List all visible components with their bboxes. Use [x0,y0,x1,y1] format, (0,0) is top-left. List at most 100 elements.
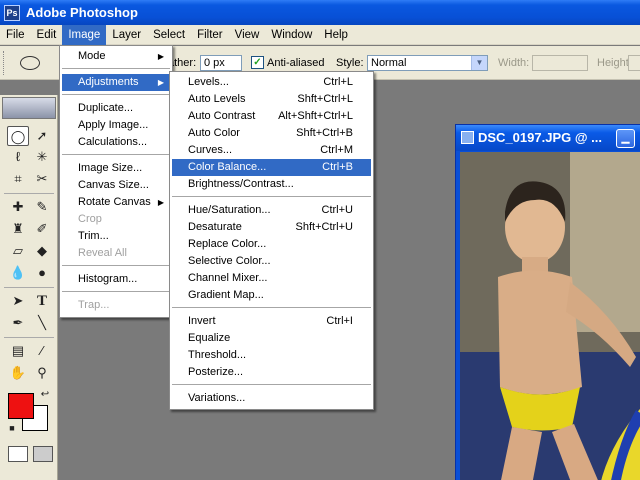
standard-mode-button[interactable] [8,446,28,462]
menu-item-auto-color[interactable]: Auto Color Shft+Ctrl+B [172,125,371,142]
foreground-color-swatch[interactable] [8,393,34,419]
hand-tool-icon[interactable]: ✋ [7,363,29,383]
menu-item-auto-contrast[interactable]: Auto Contrast Alt+Shft+Ctrl+L [172,108,371,125]
document-image[interactable] [460,152,640,480]
adobe-online-logo[interactable] [2,97,56,119]
anti-aliased-checkbox[interactable]: ✓ [251,56,264,69]
menu-item-selective-color[interactable]: Selective Color... [172,253,371,270]
menu-item-auto-levels[interactable]: Auto Levels Shft+Ctrl+L [172,91,371,108]
boy-photo-illustration [460,152,640,480]
submenu-arrow-icon: ▶ [157,198,164,207]
elliptical-marquee-preset-icon[interactable] [20,56,40,70]
slice-tool-icon[interactable]: ✂ [31,169,53,189]
title-bar: Ps Adobe Photoshop [0,0,640,25]
type-tool-icon[interactable]: T [31,291,53,311]
options-bar-grip[interactable] [3,51,6,75]
menu-item-replace-color[interactable]: Replace Color... [172,236,371,253]
chevron-down-icon[interactable]: ▼ [471,56,487,70]
menu-edit[interactable]: Edit [31,25,63,45]
window-title: Adobe Photoshop [26,5,138,20]
lasso-tool-icon[interactable]: ℓ [7,147,29,167]
menu-item-brightness-contrast[interactable]: Brightness/Contrast... [172,176,371,193]
history-brush-tool-icon[interactable]: ✐ [31,219,53,239]
line-tool-icon[interactable]: ╲ [31,313,53,333]
style-select[interactable]: Normal ▼ [367,55,488,71]
menu-item-gradient-map[interactable]: Gradient Map... [172,287,371,304]
menu-item-trap: Trap... [78,299,110,311]
menu-separator [62,154,170,155]
notes-tool-icon[interactable]: ▤ [7,341,29,361]
menu-item-mode[interactable]: Mode ▶ [62,48,170,65]
document-icon [461,131,474,144]
menu-item-canvas-size[interactable]: Canvas Size... [62,177,170,194]
menu-item-desaturate[interactable]: Desaturate Shft+Ctrl+U [172,219,371,236]
menu-bar: File Edit Image Layer Select Filter View… [0,24,640,45]
marquee-tool-icon[interactable]: ◯ [7,126,29,146]
document-title-bar[interactable]: DSC_0197.JPG @ ... ▁ [456,125,640,151]
image-menu: Mode ▶ Adjustments ▶ Duplicate... Apply Im… [59,45,173,318]
menu-item-levels[interactable]: Levels... Ctrl+L [172,74,371,91]
width-input [532,55,588,71]
default-colors-icon[interactable]: ■ [6,422,18,434]
toolbox-divider [4,193,54,194]
blur-tool-icon[interactable]: 💧 [7,263,29,283]
menu-item-trim[interactable]: Trim... [62,228,170,245]
menu-separator [62,68,170,69]
menu-item-posterize[interactable]: Posterize... [172,364,371,381]
submenu-arrow-icon: ▶ [157,78,164,87]
menu-file[interactable]: File [0,25,31,45]
menu-image[interactable]: Image [62,24,107,45]
menu-separator [62,265,170,266]
paint-bucket-tool-icon[interactable]: ◆ [31,241,53,261]
healing-brush-tool-icon[interactable]: ✚ [7,197,29,217]
menu-layer[interactable]: Layer [106,25,147,45]
menu-item-hue-saturation[interactable]: Hue/Saturation... Ctrl+U [172,202,371,219]
menu-item-invert[interactable]: Invert Ctrl+I [172,313,371,330]
menu-item-adjustments[interactable]: Adjustments ▶ [62,74,170,91]
menu-separator [172,307,371,308]
menu-separator [62,291,170,292]
menu-separator [62,94,170,95]
menu-item-curves[interactable]: Curves... Ctrl+M [172,142,371,159]
path-selection-tool-icon[interactable]: ➤ [7,291,29,311]
eraser-tool-icon[interactable]: ▱ [7,241,29,261]
menu-item-duplicate[interactable]: Duplicate... [62,100,170,117]
toolbox-divider [4,287,54,288]
zoom-tool-icon[interactable]: ⚲ [31,363,53,383]
menu-window[interactable]: Window [265,25,318,45]
magic-wand-tool-icon[interactable]: ✳ [31,147,53,167]
menu-item-apply-image[interactable]: Apply Image... [62,117,170,134]
menu-filter[interactable]: Filter [191,25,229,45]
brush-tool-icon[interactable]: ✎ [31,197,53,217]
document-window[interactable]: DSC_0197.JPG @ ... ▁ [455,124,640,480]
adjustments-submenu: Levels... Ctrl+L Auto Levels Shft+Ctrl+L A… [169,71,374,410]
menu-help[interactable]: Help [318,25,354,45]
menu-view[interactable]: View [229,25,266,45]
crop-tool-icon[interactable]: ⌗ [7,169,29,189]
menu-item-rotate-canvas[interactable]: Rotate Canvas ▶ [62,194,170,211]
menu-item-calculations[interactable]: Calculations... [62,134,170,151]
minimize-icon[interactable]: ▁ [616,129,635,148]
document-title: DSC_0197.JPG @ ... [478,130,602,145]
move-tool-icon[interactable]: ➚ [31,126,53,146]
eyedropper-tool-icon[interactable]: ⁄ [31,341,53,361]
swap-colors-icon[interactable]: ↩ [38,388,52,402]
menu-item-variations[interactable]: Variations... [172,390,371,407]
feather-input[interactable]: 0 px [200,55,242,71]
width-label: Width: [498,57,530,69]
height-input [628,55,640,71]
height-label: Height: [597,57,632,69]
pen-tool-icon[interactable]: ✒ [7,313,29,333]
dodge-tool-icon[interactable]: ● [31,263,53,283]
menu-item-image-size[interactable]: Image Size... [62,160,170,177]
menu-item-crop: Crop [78,213,102,225]
menu-item-channel-mixer[interactable]: Channel Mixer... [172,270,371,287]
menu-item-color-balance[interactable]: Color Balance... Ctrl+B [172,159,371,176]
quick-mask-mode-button[interactable] [33,446,53,462]
menu-item-histogram[interactable]: Histogram... [62,271,170,288]
menu-select[interactable]: Select [147,25,191,45]
photoshop-app-icon: Ps [4,4,20,21]
clone-stamp-tool-icon[interactable]: ♜ [7,219,29,239]
menu-item-equalize[interactable]: Equalize [172,330,371,347]
menu-item-threshold[interactable]: Threshold... [172,347,371,364]
